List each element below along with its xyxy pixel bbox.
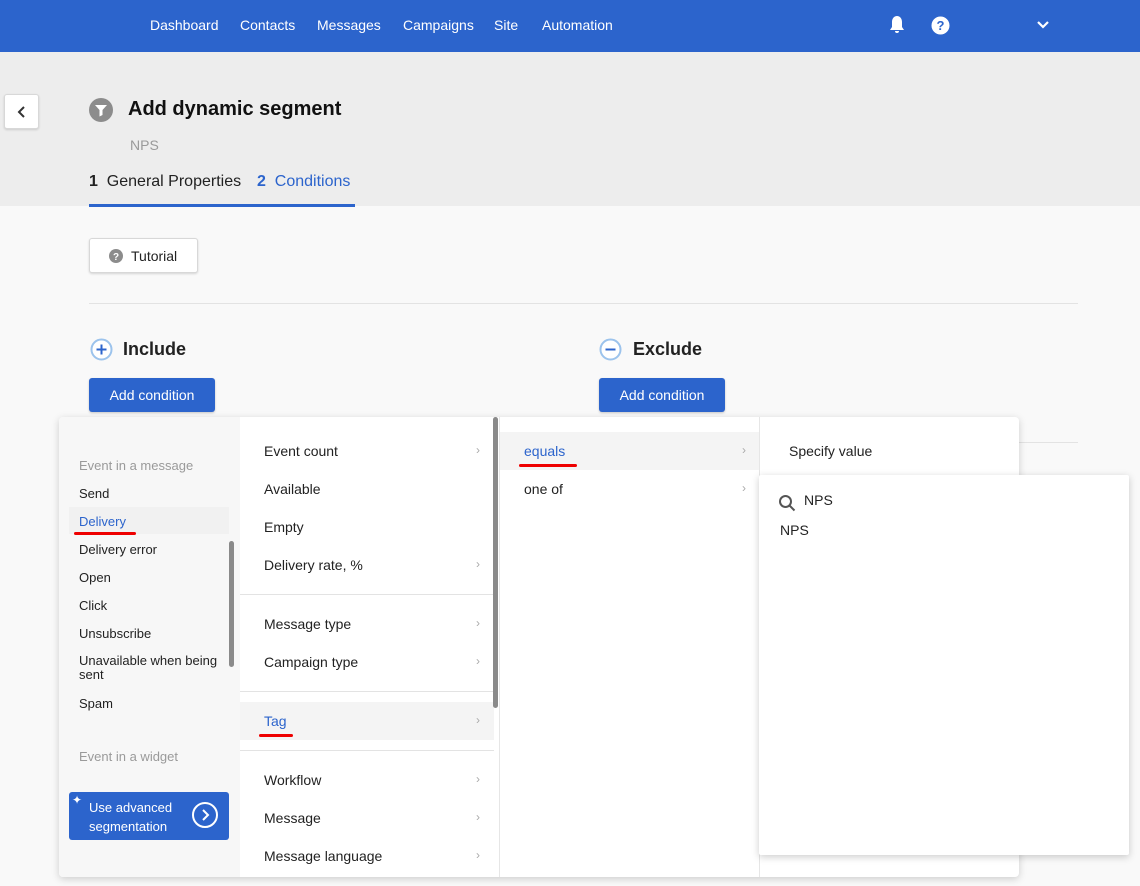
divider bbox=[240, 594, 494, 595]
chevron-right-circle-icon bbox=[192, 802, 218, 828]
advanced-label: Use advanced segmentation bbox=[89, 800, 173, 834]
group-label: Event in a message bbox=[79, 458, 194, 473]
group-label: Event in a widget bbox=[79, 749, 179, 764]
divider bbox=[240, 691, 494, 692]
menu-item-spam[interactable]: Spam bbox=[79, 696, 113, 711]
chevron-right-icon: › bbox=[476, 713, 480, 727]
divider bbox=[89, 303, 1078, 304]
search-icon bbox=[779, 495, 796, 512]
nav-campaigns[interactable]: Campaigns bbox=[403, 17, 474, 33]
sparkle-icon: ✦ bbox=[72, 793, 83, 807]
chevron-right-icon: › bbox=[742, 443, 746, 457]
plus-circle-icon bbox=[90, 338, 113, 361]
chevron-right-icon: › bbox=[476, 772, 480, 786]
include-title: Include bbox=[123, 339, 187, 359]
segment-name: NPS bbox=[130, 137, 159, 153]
menu-item-delivery-rate[interactable]: Delivery rate, % bbox=[264, 557, 363, 573]
value-search-popup: NPS NPS bbox=[759, 475, 1129, 855]
menu-item-click[interactable]: Click bbox=[79, 598, 107, 613]
nav-contacts[interactable]: Contacts bbox=[240, 17, 295, 33]
exclude-add-condition-button[interactable]: Add condition bbox=[599, 378, 725, 412]
tab-general-properties[interactable]: 1 General Properties bbox=[89, 173, 257, 207]
menu-item-tag[interactable]: Tag bbox=[264, 713, 287, 729]
scrollbar[interactable] bbox=[493, 417, 498, 708]
red-underline bbox=[74, 532, 136, 535]
chevron-right-icon: › bbox=[476, 848, 480, 862]
menu-item-send[interactable]: Send bbox=[79, 486, 109, 501]
search-input[interactable]: NPS bbox=[804, 492, 833, 508]
chevron-left-icon bbox=[17, 105, 25, 118]
menu-item-campaign-type[interactable]: Campaign type bbox=[264, 654, 358, 670]
back-button[interactable] bbox=[4, 94, 39, 129]
red-underline bbox=[259, 734, 293, 737]
tutorial-label: Tutorial bbox=[131, 247, 178, 264]
menu-item-message-language[interactable]: Message language bbox=[264, 848, 382, 864]
tab-conditions[interactable]: 2 Conditions bbox=[257, 173, 355, 207]
exclude-title: Exclude bbox=[633, 339, 703, 359]
menu-item-unsubscribe[interactable]: Unsubscribe bbox=[79, 626, 151, 641]
menu-item-delivery-error[interactable]: Delivery error bbox=[79, 542, 157, 557]
help-circle-icon: ? bbox=[109, 248, 123, 263]
menu-item-empty[interactable]: Empty bbox=[264, 519, 304, 535]
operator-equals[interactable]: equals bbox=[524, 443, 565, 459]
specify-value-label: Specify value bbox=[789, 443, 873, 459]
chevron-right-icon: › bbox=[476, 443, 480, 457]
divider bbox=[1019, 442, 1078, 443]
top-nav-bar: Dashboard Contacts Messages Campaigns Si… bbox=[0, 0, 1140, 52]
include-add-condition-button[interactable]: Add condition bbox=[89, 378, 215, 412]
tab-label: General Properties bbox=[106, 173, 242, 190]
step-number: 2 bbox=[257, 173, 266, 190]
nav-site[interactable]: Site bbox=[494, 17, 518, 33]
step-number: 1 bbox=[89, 173, 98, 190]
divider bbox=[499, 417, 500, 877]
tutorial-button[interactable]: ? Tutorial bbox=[89, 238, 198, 273]
operator-one-of[interactable]: one of bbox=[524, 481, 563, 497]
nav-automation[interactable]: Automation bbox=[542, 17, 613, 33]
menu-item-open[interactable]: Open bbox=[79, 570, 111, 585]
chevron-right-icon: › bbox=[476, 654, 480, 668]
menu-item-message[interactable]: Message bbox=[264, 810, 321, 826]
menu-item-event-count[interactable]: Event count bbox=[264, 443, 338, 459]
svg-text:?: ? bbox=[113, 252, 119, 263]
menu-item-workflow[interactable]: Workflow bbox=[264, 772, 321, 788]
red-underline bbox=[519, 464, 577, 467]
menu-item-message-type[interactable]: Message type bbox=[264, 616, 351, 632]
chevron-right-icon: › bbox=[742, 481, 746, 495]
divider bbox=[240, 750, 494, 751]
menu-item-available[interactable]: Available bbox=[264, 481, 321, 497]
search-result[interactable]: NPS bbox=[780, 522, 809, 538]
chevron-right-icon: › bbox=[476, 810, 480, 824]
chevron-down-icon[interactable] bbox=[1037, 20, 1049, 30]
bell-icon[interactable] bbox=[888, 15, 906, 35]
nav-dashboard[interactable]: Dashboard bbox=[150, 17, 219, 33]
svg-text:?: ? bbox=[937, 18, 945, 33]
advanced-segmentation-button[interactable]: ✦ Use advanced segmentation bbox=[69, 792, 229, 840]
chevron-right-icon: › bbox=[476, 616, 480, 630]
chevron-right-icon: › bbox=[476, 557, 480, 571]
help-icon[interactable]: ? bbox=[931, 16, 950, 35]
nav-messages[interactable]: Messages bbox=[317, 17, 381, 33]
page-title: Add dynamic segment bbox=[128, 98, 342, 120]
minus-circle-icon bbox=[599, 338, 622, 361]
funnel-icon bbox=[89, 98, 113, 122]
tab-label: Conditions bbox=[274, 173, 351, 190]
menu-item-unavailable[interactable]: Unavailable when being sent bbox=[79, 654, 224, 682]
scrollbar[interactable] bbox=[229, 541, 234, 667]
menu-item-delivery[interactable]: Delivery bbox=[79, 514, 126, 529]
